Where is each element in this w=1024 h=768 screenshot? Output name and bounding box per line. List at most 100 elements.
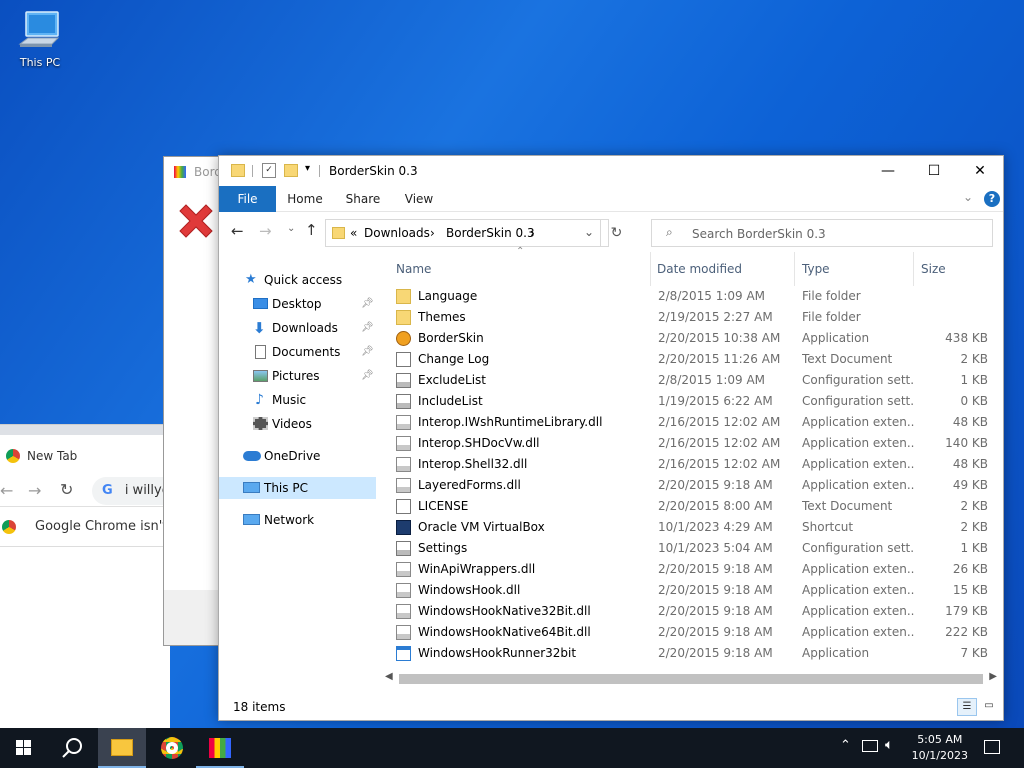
nav-documents[interactable]: Documents 📌︎ — [219, 341, 376, 363]
file-row[interactable]: Interop.SHDocVw.dll 2/16/2015 12:02 AM App… — [394, 433, 994, 454]
network-status-icon[interactable] — [862, 740, 878, 752]
volume-muted-icon[interactable]: 🔈︎ — [885, 737, 893, 753]
file-row[interactable]: Settings 10/1/2023 5:04 AM Configuration s… — [394, 538, 994, 559]
tab-view[interactable]: View — [395, 186, 443, 212]
file-type: Configuration sett... — [802, 373, 914, 387]
minimize-button[interactable]: — — [865, 156, 911, 186]
nav-music[interactable]: ♪ Music — [219, 389, 376, 411]
file-type: Text Document — [802, 352, 893, 366]
pin-icon[interactable]: 📌︎ — [361, 317, 374, 339]
start-button[interactable] — [0, 728, 48, 768]
chrome-default-infobar: Google Chrome isn't y — [0, 507, 179, 547]
file-row[interactable]: Language 2/8/2015 1:09 AM File folder — [394, 286, 994, 307]
file-row[interactable]: WindowsHookNative64Bit.dll 2/20/2015 9:18… — [394, 622, 994, 643]
address-bar[interactable]: « Downloads › BorderSkin 0.3 › ⌄ ↻ — [325, 219, 622, 247]
desktop-icon-this-pc[interactable]: This PC — [10, 10, 70, 69]
nav-quick-access[interactable]: ★ Quick access — [219, 269, 376, 291]
action-center-icon[interactable] — [984, 740, 1000, 754]
details-view-icon[interactable]: ☰ — [957, 698, 977, 716]
file-row[interactable]: LayeredForms.dll 2/20/2015 9:18 AM Applica… — [394, 475, 994, 496]
item-count: 18 items — [233, 700, 286, 714]
tab-home[interactable]: Home — [281, 186, 329, 212]
file-row[interactable]: WindowsHook.dll 2/20/2015 9:18 AM Applicat… — [394, 580, 994, 601]
taskbar-borderskin[interactable] — [196, 728, 244, 768]
file-row[interactable]: WindowsHookRunner32bit 2/20/2015 9:18 AM A… — [394, 643, 994, 664]
file-row[interactable]: Oracle VM VirtualBox 10/1/2023 4:29 AM Sho… — [394, 517, 994, 538]
taskbar-file-explorer[interactable] — [98, 728, 146, 768]
close-button[interactable]: ✕ — [957, 156, 1003, 186]
pin-icon[interactable]: 📌︎ — [361, 293, 374, 315]
system-clock[interactable]: 5:05 AM 10/1/2023 — [912, 732, 968, 764]
show-hidden-icons-icon[interactable]: ⌃ — [840, 738, 851, 753]
nav-this-pc[interactable]: This PC — [219, 477, 376, 499]
nav-label: Pictures — [272, 369, 320, 383]
file-row[interactable]: Interop.Shell32.dll 2/16/2015 12:02 AM App… — [394, 454, 994, 475]
scroll-right-icon[interactable]: ▶ — [989, 671, 997, 682]
back-icon[interactable]: ← — [231, 222, 244, 240]
file-row[interactable]: Themes 2/19/2015 2:27 AM File folder — [394, 307, 994, 328]
properties-icon[interactable]: ✓ — [262, 163, 276, 178]
forward-icon[interactable]: → — [28, 481, 41, 500]
file-row[interactable]: IncludeList 1/19/2015 6:22 AM Configuratio… — [394, 391, 994, 412]
customize-quick-access-icon[interactable]: ▾ — [305, 163, 310, 174]
column-header-date[interactable]: Date modified — [657, 252, 797, 286]
column-header-size[interactable]: Size — [921, 252, 991, 286]
breadcrumb-downloads[interactable]: Downloads — [364, 226, 430, 240]
file-size: 2 KB — [960, 499, 988, 513]
taskbar-chrome[interactable] — [148, 728, 196, 768]
nav-pictures[interactable]: Pictures 📌︎ — [219, 365, 376, 387]
reload-icon[interactable]: ↻ — [60, 480, 73, 499]
column-header-name[interactable]: Name — [396, 252, 652, 286]
horizontal-scrollbar[interactable]: ◀ ▶ — [385, 671, 997, 686]
scroll-left-icon[interactable]: ◀ — [385, 671, 393, 682]
chrome-tab-new-tab[interactable]: New Tab — [0, 435, 170, 475]
large-icons-view-icon[interactable]: ▭ — [981, 700, 997, 714]
tab-file[interactable]: File — [219, 186, 276, 212]
file-type: File folder — [802, 289, 861, 303]
breadcrumb-current[interactable]: BorderSkin 0.3 — [446, 226, 535, 240]
file-row[interactable]: ExcludeList 2/8/2015 1:09 AM Configuration… — [394, 370, 994, 391]
nav-onedrive[interactable]: OneDrive — [219, 445, 376, 467]
scrollbar-thumb[interactable] — [399, 674, 983, 684]
file-name: WindowsHookNative64Bit.dll — [418, 625, 591, 639]
nav-desktop[interactable]: Desktop 📌︎ — [219, 293, 376, 315]
pin-icon[interactable]: 📌︎ — [361, 341, 374, 363]
recent-locations-icon[interactable]: ⌄ — [287, 223, 295, 234]
maximize-button[interactable]: ☐ — [911, 156, 957, 186]
file-size: 438 KB — [945, 331, 988, 345]
column-header-type[interactable]: Type — [802, 252, 912, 286]
pin-icon[interactable]: 📌︎ — [361, 365, 374, 387]
app-icon — [174, 166, 186, 178]
address-dropdown-icon[interactable]: ⌄ — [584, 225, 594, 239]
up-icon[interactable]: ↑ — [305, 221, 318, 239]
dll-icon — [396, 625, 411, 640]
file-row[interactable]: LICENSE 2/20/2015 8:00 AM Text Document 2 K… — [394, 496, 994, 517]
nav-videos[interactable]: Videos — [219, 413, 376, 435]
desktop-folder-icon — [253, 298, 268, 309]
search-input[interactable]: ⌕ Search BorderSkin 0.3 — [651, 219, 993, 247]
search-button[interactable] — [48, 728, 96, 768]
file-row[interactable]: Change Log 2/20/2015 11:26 AM Text Documen… — [394, 349, 994, 370]
nav-network[interactable]: Network — [219, 509, 376, 531]
file-size: 2 KB — [960, 352, 988, 366]
file-name: Interop.SHDocVw.dll — [418, 436, 540, 450]
new-folder-icon[interactable] — [284, 164, 298, 177]
expand-ribbon-icon[interactable]: ⌄ — [963, 190, 973, 204]
videos-icon — [253, 417, 268, 430]
tab-share[interactable]: Share — [339, 186, 387, 212]
file-row[interactable]: WindowsHookNative32Bit.dll 2/20/2015 9:18… — [394, 601, 994, 622]
nav-downloads[interactable]: ⬇ Downloads 📌︎ — [219, 317, 376, 339]
forward-icon[interactable]: → — [259, 222, 272, 240]
file-date: 2/20/2015 9:18 AM — [658, 604, 773, 618]
ribbon-tabs: File Home Share View ⌄ ? — [219, 186, 1003, 212]
help-icon[interactable]: ? — [984, 191, 1000, 207]
file-row[interactable]: Interop.IWshRuntimeLibrary.dll 2/16/2015 … — [394, 412, 994, 433]
breadcrumb-prefix[interactable]: « — [350, 226, 357, 240]
back-icon[interactable]: ← — [0, 481, 13, 500]
pictures-icon — [253, 370, 268, 382]
file-name: Change Log — [418, 352, 490, 366]
navigation-pane: ★ Quick access Desktop 📌︎ ⬇ Downloads 📌︎… — [219, 252, 382, 694]
file-row[interactable]: WinApiWrappers.dll 2/20/2015 9:18 AM Appli… — [394, 559, 994, 580]
refresh-button[interactable]: ↻ — [600, 219, 632, 247]
file-row[interactable]: BorderSkin 2/20/2015 10:38 AM Application 4… — [394, 328, 994, 349]
